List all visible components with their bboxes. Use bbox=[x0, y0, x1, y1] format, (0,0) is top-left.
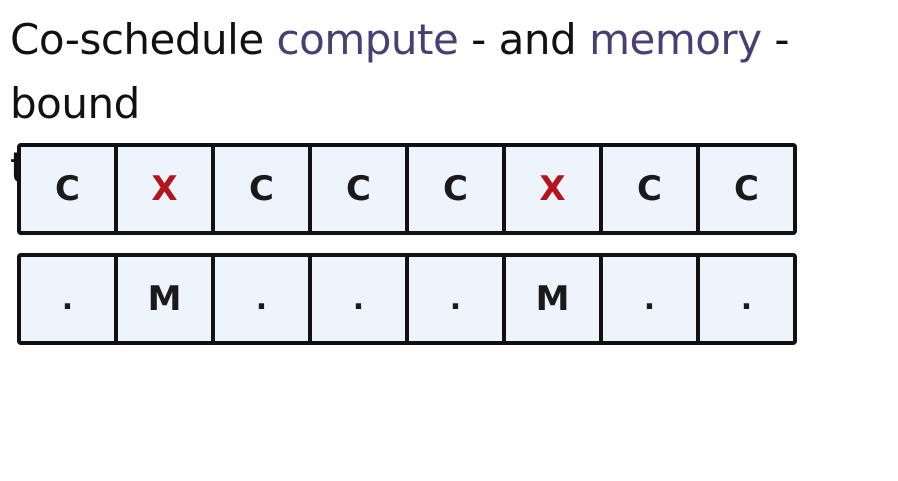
compute-cell-3: C bbox=[215, 147, 312, 231]
compute-cell-6: X bbox=[506, 147, 603, 231]
memory-cell-2: M bbox=[118, 257, 215, 341]
title-text-part1: Co-schedule bbox=[10, 15, 277, 64]
compute-cell-7: C bbox=[603, 147, 700, 231]
compute-cell-1: C bbox=[21, 147, 118, 231]
memory-thread-row: . M . . . M . . bbox=[17, 253, 797, 345]
memory-cell-6: M bbox=[506, 257, 603, 341]
compute-cell-8: C bbox=[734, 169, 759, 209]
memory-cell-4: . bbox=[312, 257, 409, 341]
memory-cell-8: . bbox=[740, 281, 753, 317]
compute-cell-2: X bbox=[118, 147, 215, 231]
title-compute-word: compute bbox=[276, 15, 459, 64]
compute-thread-row: C X C C C X C C bbox=[17, 143, 797, 235]
memory-cell-3: . bbox=[215, 257, 312, 341]
title-text-part2: - and bbox=[458, 15, 590, 64]
compute-cell-4: C bbox=[312, 147, 409, 231]
memory-cell-7: . bbox=[603, 257, 700, 341]
memory-cell-1: . bbox=[21, 257, 118, 341]
memory-cell-5: . bbox=[409, 257, 506, 341]
compute-cell-5: C bbox=[409, 147, 506, 231]
title-memory-word: memory bbox=[589, 15, 762, 64]
